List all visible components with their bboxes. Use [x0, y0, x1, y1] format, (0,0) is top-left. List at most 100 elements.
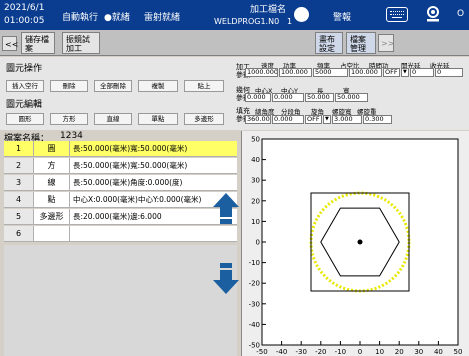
y-tick-label: 20 [251, 197, 260, 205]
job-index: 1 [287, 17, 293, 26]
rotation-dropdown-icon[interactable]: ▼ [323, 115, 331, 124]
row-type: 多邊形 [34, 209, 70, 225]
line-tool-button[interactable]: 直線 [94, 113, 132, 125]
y-tick-label: 10 [251, 218, 260, 226]
row-number: 1 [4, 141, 34, 157]
row-type: 點 [34, 192, 70, 208]
row-description: 中心X:0.000(毫米)中心Y:0.000(毫米) [70, 192, 237, 208]
params-panel: 加工參數 速度 功率 頻率 占空比 時間功 開光延 收光延 1000.000 1… [236, 57, 469, 130]
open-delay-input[interactable]: 0 [410, 68, 434, 77]
row-description: 長:50.000(毫米)寬:50.000(毫米) [70, 141, 237, 157]
insert-row-button[interactable]: 插入空行 [6, 80, 44, 92]
toolbar: << 儲存檔案 振鏡試加工 畫布設定 檔案管理 >> [0, 30, 469, 56]
status-laser: 雷射就緒 [144, 13, 181, 23]
polygon-tool-button[interactable]: 多邊形 [184, 113, 224, 125]
y-tick-label: 50 [251, 136, 260, 144]
y-tick-label: -40 [249, 321, 260, 329]
elem-edit-title: 圖元編輯 [6, 100, 43, 110]
table-row[interactable]: 3 線長:50.000(毫米)角度:0.000(度) [4, 175, 237, 191]
time-power-select[interactable]: OFF [383, 68, 400, 77]
expand-button[interactable]: >> [378, 34, 394, 52]
table-row[interactable]: 4 點中心X:0.000(毫米)中心Y:0.000(毫米) [4, 192, 237, 208]
status-state: ●就緒 [104, 13, 130, 23]
canvas-settings-button[interactable]: 畫布設定 [315, 32, 343, 54]
table-row[interactable]: 5 多邊形 長:20.000(毫米)邊:6.000 [4, 209, 237, 225]
y-tick-label: -20 [249, 280, 260, 288]
x-tick-label: 30 [414, 348, 423, 356]
paste-button[interactable]: 貼上 [184, 80, 224, 92]
circle-tool-button[interactable]: 圓形 [6, 113, 44, 125]
x-tick-label: 40 [434, 348, 443, 356]
close-delay-input[interactable]: 0 [435, 68, 463, 77]
galvo-test-button[interactable]: 振鏡試加工 [62, 32, 100, 54]
y-tick-label: 30 [251, 177, 260, 185]
spiral-overlap-input[interactable]: 0.300 [363, 115, 392, 124]
row-description: 長:20.000(毫米)邊:6.000 [70, 209, 237, 225]
job-status-indicator [294, 7, 309, 22]
row-description: 長:50.000(毫米)角度:0.000(度) [70, 175, 237, 191]
status-time: 01:00:05 [4, 16, 45, 26]
x-tick-label: 10 [375, 348, 384, 356]
x-tick-label: -40 [276, 348, 287, 356]
element-panel: 圖元操作 插入空行 刪除 全部刪除 複製 貼上 圖元編輯 圓形 方形 直線 單點… [0, 57, 236, 130]
spiral-width-input[interactable]: 3.000 [332, 115, 362, 124]
row-type: 圓 [34, 141, 70, 157]
move-up-arrow-icon[interactable] [213, 193, 239, 225]
row-number: 6 [4, 226, 34, 242]
file-name: 1234 [60, 131, 83, 141]
move-down-arrow-icon[interactable] [213, 262, 239, 294]
user-icon[interactable] [424, 5, 442, 23]
y-tick-label: -10 [249, 259, 260, 267]
table-row[interactable]: 6 [4, 226, 237, 242]
row-number: 2 [4, 158, 34, 174]
alarm-label[interactable]: 警報 [333, 10, 351, 23]
table-row[interactable]: 2 方長:50.000(毫米)寬:50.000(毫米) [4, 158, 237, 174]
row-description: 長:50.000(毫米)寬:50.000(毫米) [70, 158, 237, 174]
duty-input[interactable]: 100.000 [349, 68, 382, 77]
status-date: 2021/6/1 [4, 3, 45, 13]
elem-ops-title: 圖元操作 [6, 64, 43, 74]
row-number: 3 [4, 175, 34, 191]
x-tick-label: -30 [295, 348, 306, 356]
x-tick-label: 20 [395, 348, 404, 356]
y-tick-label: 40 [251, 156, 260, 164]
frequency-input[interactable]: 5000 [313, 68, 348, 77]
save-file-button[interactable]: 儲存檔案 [21, 32, 55, 54]
point-tool-button[interactable]: 單點 [138, 113, 178, 125]
power-input[interactable]: 100.000 [279, 68, 312, 77]
rotation-select[interactable]: OFF [305, 115, 322, 124]
row-number: 4 [4, 192, 34, 208]
power-icon[interactable]: O [457, 9, 464, 19]
delete-all-button[interactable]: 全部刪除 [94, 80, 132, 92]
collapse-button[interactable]: << [2, 36, 18, 51]
copy-button[interactable]: 複製 [138, 80, 178, 92]
x-tick-label: -10 [335, 348, 346, 356]
status-bar: 2021/6/1 01:00:05 自動執行 ●就緒 雷射就緒 加工檔名 WEL… [0, 0, 469, 30]
row-number: 5 [4, 209, 34, 225]
job-name: WELDPROG1.N0 [214, 17, 280, 26]
x-tick-label: 50 [454, 348, 463, 356]
file-management-button[interactable]: 檔案管理 [346, 32, 376, 54]
delete-button[interactable]: 刪除 [50, 80, 88, 92]
point-element [357, 239, 363, 245]
y-tick-label: -30 [249, 300, 260, 308]
speed-input[interactable]: 1000.000 [245, 68, 278, 77]
row-type: 線 [34, 175, 70, 191]
length-input[interactable]: 50.000 [305, 93, 334, 102]
width-input[interactable]: 50.000 [335, 93, 368, 102]
row-description [70, 226, 237, 242]
preview-chart: -50 -40 -30 -20 -10 0 10 20 30 40 50 50 40 30 20 10 0 -10… [249, 136, 463, 356]
square-tool-button[interactable]: 方形 [50, 113, 88, 125]
job-name-label: 加工檔名 [250, 5, 287, 15]
x-tick-label: -20 [315, 348, 326, 356]
time-power-dropdown-icon[interactable]: ▼ [401, 68, 409, 77]
segment-angle-input[interactable]: 0.000 [272, 115, 304, 124]
status-mode: 自動執行 [62, 13, 99, 23]
center-y-input[interactable]: 0.000 [272, 93, 304, 102]
center-x-input[interactable]: 0.000 [245, 93, 271, 102]
preview-canvas[interactable]: -50 -40 -30 -20 -10 0 10 20 30 40 50 50 40 30 20 10 0 -10… [241, 131, 469, 356]
total-angle-input[interactable]: 360.000 [245, 115, 271, 124]
y-tick-label: -50 [249, 342, 260, 350]
keyboard-icon[interactable] [386, 7, 408, 22]
table-row[interactable]: 1 圓長:50.000(毫米)寬:50.000(毫米) [4, 141, 237, 157]
